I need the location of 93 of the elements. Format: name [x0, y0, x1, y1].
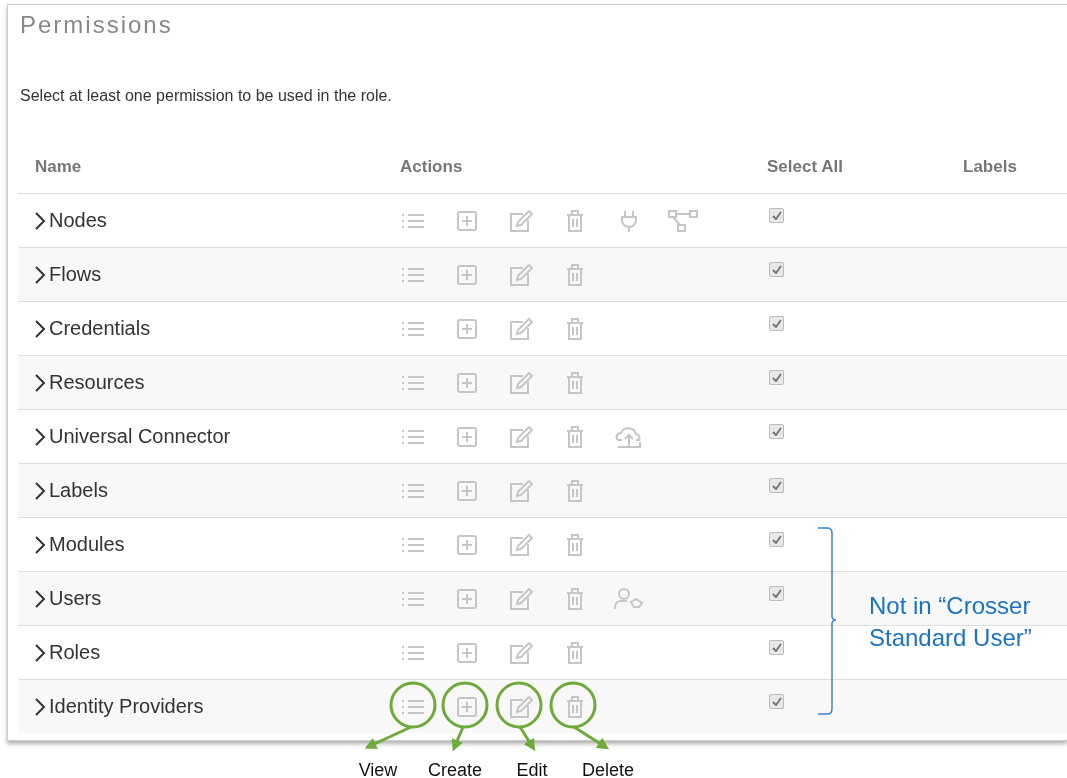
- user-tag-icon[interactable]: [614, 587, 644, 610]
- pointer-arrow: [518, 726, 536, 752]
- edit-icon[interactable]: [509, 641, 533, 664]
- permission-name: Universal Connector: [49, 425, 231, 448]
- network-icon[interactable]: [668, 209, 698, 232]
- trash-icon[interactable]: [566, 479, 584, 502]
- permission-name: Identity Providers: [49, 695, 204, 718]
- edit-icon[interactable]: [509, 263, 533, 286]
- checkbox[interactable]: [769, 532, 784, 547]
- permission-name: Users: [49, 587, 102, 610]
- list-icon[interactable]: [401, 589, 425, 608]
- checkbox[interactable]: [769, 694, 784, 709]
- permission-name: Labels: [49, 479, 108, 502]
- trash-icon[interactable]: [566, 695, 584, 718]
- edit-icon[interactable]: [509, 371, 533, 394]
- chevron-icon[interactable]: [34, 481, 46, 500]
- list-icon[interactable]: [401, 265, 425, 284]
- list-icon[interactable]: [401, 535, 425, 554]
- add-icon[interactable]: [457, 426, 477, 447]
- chevron-icon[interactable]: [34, 427, 46, 446]
- list-icon[interactable]: [401, 697, 425, 716]
- chevron-icon[interactable]: [34, 589, 46, 608]
- checkbox[interactable]: [769, 586, 784, 601]
- add-icon[interactable]: [457, 480, 477, 501]
- trash-icon[interactable]: [566, 317, 584, 340]
- highlight-circle: [495, 681, 543, 729]
- add-icon[interactable]: [457, 210, 477, 231]
- list-icon[interactable]: [401, 373, 425, 392]
- add-icon[interactable]: [457, 696, 477, 717]
- permission-name: Nodes: [49, 209, 107, 232]
- trash-icon[interactable]: [566, 209, 584, 232]
- trash-icon[interactable]: [566, 425, 584, 448]
- permission-name: Roles: [49, 641, 101, 664]
- trash-icon[interactable]: [566, 641, 584, 664]
- list-icon[interactable]: [401, 211, 425, 230]
- chevron-icon[interactable]: [34, 535, 46, 554]
- add-icon[interactable]: [457, 264, 477, 285]
- edit-icon[interactable]: [509, 209, 533, 232]
- plug-icon[interactable]: [620, 209, 638, 232]
- add-icon[interactable]: [457, 534, 477, 555]
- annotation-label: View: [358, 760, 398, 778]
- annotation-label: Create: [428, 760, 482, 778]
- edit-icon[interactable]: [509, 533, 533, 556]
- add-icon[interactable]: [457, 318, 477, 339]
- edit-icon[interactable]: [509, 479, 533, 502]
- checkbox[interactable]: [769, 316, 784, 331]
- checkbox[interactable]: [769, 424, 784, 439]
- permission-name: Modules: [49, 533, 125, 556]
- edit-icon[interactable]: [509, 425, 533, 448]
- checkbox[interactable]: [769, 478, 784, 493]
- annotation-label: Delete: [582, 760, 634, 778]
- trash-icon[interactable]: [566, 371, 584, 394]
- chevron-icon[interactable]: [34, 211, 46, 230]
- highlight-circle: [389, 681, 437, 729]
- checkbox[interactable]: [769, 370, 784, 385]
- checkbox[interactable]: [769, 262, 784, 277]
- column-header: Name: [34, 157, 83, 177]
- checkbox[interactable]: [769, 208, 784, 223]
- column-header: Labels: [963, 157, 1018, 177]
- trash-icon[interactable]: [566, 587, 584, 610]
- add-icon[interactable]: [457, 588, 477, 609]
- edit-icon[interactable]: [509, 695, 533, 718]
- annotation-label: Edit: [516, 760, 548, 778]
- chevron-icon[interactable]: [34, 643, 46, 662]
- list-icon[interactable]: [401, 481, 425, 500]
- edit-icon[interactable]: [509, 317, 533, 340]
- add-icon[interactable]: [457, 372, 477, 393]
- cloud-upload-icon[interactable]: [615, 425, 643, 448]
- list-icon[interactable]: [401, 319, 425, 338]
- panel-title: Permissions: [19, 10, 174, 40]
- highlight-circle: [549, 681, 597, 729]
- permission-name: Resources: [49, 371, 145, 394]
- pointer-arrow: [364, 725, 412, 749]
- description: Select at least one permission to be used in the role.: [19, 86, 393, 106]
- column-header: Actions: [400, 157, 464, 177]
- chevron-icon[interactable]: [34, 697, 46, 716]
- trash-icon[interactable]: [566, 263, 584, 286]
- permission-name: Flows: [49, 263, 102, 286]
- column-header[interactable]: Select All: [767, 157, 963, 177]
- add-icon[interactable]: [457, 642, 477, 663]
- trash-icon[interactable]: [566, 533, 584, 556]
- chevron-icon[interactable]: [34, 319, 46, 338]
- pointer-arrow: [451, 726, 465, 752]
- annotation-note: Not in “Crosser Standard User”: [869, 591, 1033, 653]
- edit-icon[interactable]: [509, 587, 533, 610]
- list-icon[interactable]: [401, 643, 425, 662]
- highlight-circle: [441, 681, 489, 729]
- pointer-arrow: [573, 725, 610, 750]
- list-icon[interactable]: [401, 427, 425, 446]
- permission-name: Credentials: [49, 317, 151, 340]
- checkbox[interactable]: [769, 640, 784, 655]
- chevron-icon[interactable]: [34, 265, 46, 284]
- chevron-icon[interactable]: [34, 373, 46, 392]
